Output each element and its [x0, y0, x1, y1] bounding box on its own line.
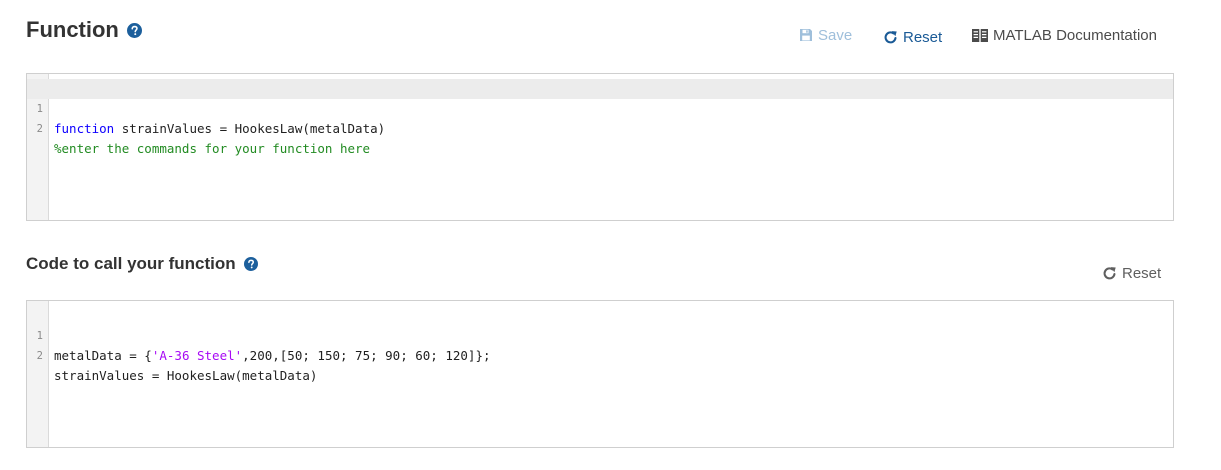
refresh-icon [1102, 266, 1117, 281]
function-section-title: Function [26, 16, 142, 44]
code-token-comment: %enter the commands for your function he… [54, 141, 371, 156]
line-number: 2 [36, 350, 43, 362]
editor-lines: 1 function strainValues = HookesLaw(meta… [27, 79, 1173, 156]
call-section-title: Code to call your function [26, 253, 258, 275]
reset-function-button[interactable]: Reset [883, 27, 942, 47]
book-icon [972, 28, 988, 42]
code-token: strainValues = HookesLaw(metalData) [114, 121, 386, 136]
function-title-text: Function [26, 17, 119, 42]
code-line[interactable]: 1 metalData = {'A-36 Steel',200,[50; 150… [27, 306, 1173, 363]
code-line-text: function strainValues = HookesLaw(metalD… [54, 119, 385, 139]
save-button[interactable]: Save [799, 26, 852, 44]
function-code-editor[interactable]: 1 function strainValues = HookesLaw(meta… [26, 73, 1174, 221]
code-line-text: strainValues = HookesLaw(metalData) [54, 366, 317, 386]
refresh-icon [883, 30, 898, 45]
call-code-editor[interactable]: 1 metalData = {'A-36 Steel',200,[50; 150… [26, 300, 1174, 448]
save-label: Save [818, 26, 853, 44]
code-token: ,200,[50; 150; 75; 90; 60; 120]}; [242, 348, 491, 363]
documentation-label: MATLAB Documentation [993, 26, 1157, 44]
code-line[interactable]: 1 function strainValues = HookesLaw(meta… [27, 79, 1173, 136]
code-line[interactable]: 2 %enter the commands for your function … [27, 99, 1173, 156]
call-title-text: Code to call your function [26, 254, 236, 273]
code-line-text: %enter the commands for your function he… [54, 139, 370, 159]
help-circle-icon[interactable] [126, 22, 142, 38]
reset-label: Reset [903, 28, 943, 46]
editor-lines: 1 metalData = {'A-36 Steel',200,[50; 150… [27, 306, 1173, 383]
reset-call-button[interactable]: Reset [1102, 263, 1161, 283]
code-line[interactable]: 2 strainValues = HookesLaw(metalData) [27, 326, 1173, 383]
line-number: 2 [36, 123, 43, 135]
help-circle-icon[interactable] [243, 257, 258, 271]
reset-label: Reset [1122, 264, 1162, 282]
matlab-documentation-link[interactable]: MATLAB Documentation [972, 26, 1157, 44]
code-line-text: metalData = {'A-36 Steel',200,[50; 150; … [54, 346, 491, 366]
code-token: strainValues = HookesLaw(metalData) [54, 368, 318, 383]
code-token-string: 'A-36 Steel' [151, 348, 243, 363]
floppy-disk-icon [799, 28, 813, 42]
